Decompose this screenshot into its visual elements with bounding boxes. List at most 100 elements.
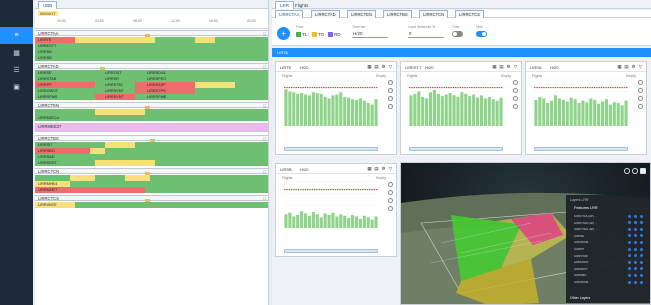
grid-icon[interactable]: ▦ <box>367 64 372 69</box>
layer-toggle-icon[interactable] <box>628 273 631 277</box>
refresh-icon[interactable] <box>388 198 393 203</box>
layer-toggle-icon[interactable] <box>640 280 643 284</box>
legend-layer-item[interactable]: LIRRCTAA (AP) ... <box>574 214 597 218</box>
chart-icon[interactable]: ▤ <box>374 166 379 171</box>
legend-layer-item[interactable]: LIRRSE <box>574 234 584 238</box>
layer-toggle-icon[interactable] <box>640 214 643 218</box>
layer-toggle-icon[interactable] <box>640 234 643 238</box>
airspace-3d-map[interactable]: Layers LRR Features LRR LIRRCTAA (AP) ..… <box>400 162 651 305</box>
layer-toggle-icon[interactable] <box>640 260 643 264</box>
filter-icon[interactable]: ▽ <box>513 64 518 69</box>
layer-toggle-icon[interactable] <box>640 267 643 271</box>
sector-block-header[interactable]: LIRRCTAD □ <box>35 63 268 69</box>
checkbox-icon[interactable] <box>296 32 301 38</box>
expand-icon[interactable]: □ <box>264 31 266 36</box>
legend-layer-item[interactable]: LIRRGWST <box>574 260 589 264</box>
flow-checkbox[interactable]: RD <box>328 32 341 38</box>
layer-toggle-icon[interactable] <box>628 254 631 258</box>
plan-tag[interactable] <box>145 34 151 37</box>
layer-toggle-icon[interactable] <box>634 273 637 277</box>
layers-icon[interactable] <box>640 168 646 174</box>
info-icon[interactable] <box>388 88 393 93</box>
expand-icon[interactable]: □ <box>264 64 266 69</box>
legend-layer-item[interactable]: LIRRPP <box>574 247 584 251</box>
layer-toggle-icon[interactable] <box>640 254 643 258</box>
layer-toggle-icon[interactable] <box>640 240 643 244</box>
flow-checkbox[interactable]: TL <box>296 32 307 38</box>
layer-toggle-icon[interactable] <box>628 247 631 251</box>
legend-layer-item[interactable]: LIRRSTAB <box>574 254 587 258</box>
refresh-icon[interactable] <box>638 96 643 101</box>
layer-toggle-icon[interactable] <box>640 221 643 225</box>
layer-toggle-icon[interactable] <box>634 247 637 251</box>
sector-row[interactable]: LIRRSPMS LIRRSVNT LIRRSPME <box>35 94 268 100</box>
layer-toggle-icon[interactable] <box>634 267 637 271</box>
info-icon[interactable] <box>638 88 643 93</box>
layer-toggle-icon[interactable] <box>634 221 637 225</box>
list-icon[interactable]: ☰ <box>0 61 33 78</box>
over-toggle[interactable] <box>452 31 463 37</box>
legend-layer-item[interactable]: LIRRCTAD (AP) ... <box>574 221 597 225</box>
checkbox-icon[interactable] <box>328 32 333 38</box>
time-range-slider[interactable] <box>534 147 628 151</box>
layer-toggle-icon[interactable] <box>628 234 631 238</box>
legend-layer-item[interactable]: LIRRSPMS <box>574 240 588 244</box>
layer-toggle-icon[interactable] <box>640 273 643 277</box>
plan-tag[interactable] <box>145 172 151 175</box>
sector-block-header[interactable]: LIRRCTEN □ <box>35 102 268 108</box>
filter-icon[interactable]: ▽ <box>388 64 393 69</box>
sector-tab[interactable]: LIRRCTCS <box>455 10 484 18</box>
sector-row[interactable]: LIRRSB <box>35 55 268 61</box>
layer-toggle-icon[interactable] <box>634 280 637 284</box>
layer-toggle-icon[interactable] <box>640 227 643 231</box>
menu-icon[interactable]: ≡ <box>0 27 33 44</box>
sector-block-header[interactable]: LIRRCTCS □ <box>35 195 268 201</box>
expand-icon[interactable]: □ <box>264 103 266 108</box>
zoom-in-icon[interactable] <box>388 182 393 187</box>
grid-icon[interactable]: ▦ <box>0 44 33 61</box>
time-bin-input[interactable]: H/20 <box>352 30 388 38</box>
search-icon[interactable] <box>624 168 630 174</box>
layer-toggle-icon[interactable] <box>634 234 637 238</box>
sector-row[interactable]: LIRRMEE14 <box>35 115 268 121</box>
chart-icon[interactable]: ▤ <box>374 64 379 69</box>
filter-icon[interactable]: ▽ <box>638 64 643 69</box>
sector-block-header[interactable]: LIRRCTCN □ <box>35 168 268 174</box>
time-range-slider[interactable] <box>284 249 378 253</box>
sector-block-header[interactable]: LIRRCTAA □ <box>35 30 268 36</box>
search-icon[interactable] <box>638 104 643 109</box>
legend-layer-item[interactable]: LIRRSPMS <box>574 280 588 284</box>
plus-icon[interactable]: + <box>277 27 290 40</box>
plan-tag[interactable] <box>145 106 151 109</box>
plan-tag[interactable] <box>145 199 151 202</box>
legend-layer-item[interactable]: LIRRSDST <box>574 267 588 271</box>
gear-icon[interactable]: ⚙ <box>631 64 636 69</box>
info-icon[interactable] <box>388 190 393 195</box>
info-icon[interactable] <box>513 88 518 93</box>
expand-icon[interactable]: □ <box>264 169 266 174</box>
time-range-slider[interactable] <box>284 147 378 151</box>
gear-icon[interactable]: ⚙ <box>506 64 511 69</box>
zoom-in-icon[interactable] <box>388 80 393 85</box>
sector-block-header[interactable]: LIRRMEE37 <box>35 123 268 132</box>
grid-icon[interactable]: ▦ <box>367 166 372 171</box>
layer-toggle-icon[interactable] <box>628 280 631 284</box>
legend-layer-item[interactable]: LIRRSBO <box>574 273 586 277</box>
sector-tab[interactable]: LIRRCTAA <box>275 10 304 18</box>
other-layers-link[interactable]: Other Layers <box>570 296 590 300</box>
grid-icon[interactable]: ▦ <box>492 64 497 69</box>
layer-toggle-icon[interactable] <box>628 227 631 231</box>
legend-layer-item[interactable]: LIRRCTEN (AP) ... <box>574 227 597 231</box>
plan-tag[interactable] <box>150 139 156 142</box>
layer-toggle-icon[interactable] <box>628 221 631 225</box>
hide-toggle[interactable] <box>476 31 487 37</box>
globe-icon[interactable] <box>632 168 638 174</box>
search-icon[interactable] <box>388 104 393 109</box>
sector-row[interactable]: LIRRMHE7 <box>35 187 268 193</box>
filter-icon[interactable]: ▽ <box>388 166 393 171</box>
layer-toggle-icon[interactable] <box>634 240 637 244</box>
tab-flights[interactable]: Flights <box>290 1 313 9</box>
sector-tab[interactable]: LIRRCTAD <box>311 10 340 18</box>
search-icon[interactable] <box>513 104 518 109</box>
checkbox-icon[interactable] <box>312 32 317 38</box>
